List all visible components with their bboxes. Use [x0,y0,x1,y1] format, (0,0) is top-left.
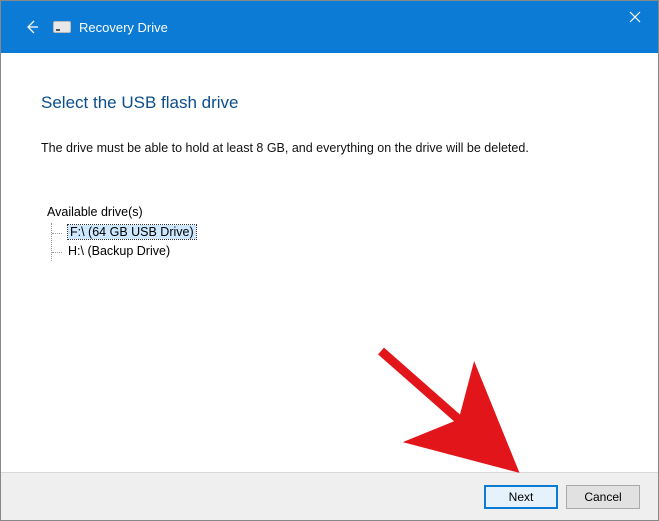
instruction-text: The drive must be able to hold at least … [41,141,618,155]
drive-item-label: F:\ (64 GB USB Drive) [68,225,196,239]
titlebar: Recovery Drive [1,1,658,53]
available-drives-label: Available drive(s) [47,205,618,219]
button-bar: Next Cancel [1,472,658,520]
window-title: Recovery Drive [79,20,168,35]
drive-item[interactable]: F:\ (64 GB USB Drive) [52,223,618,242]
drive-tree: F:\ (64 GB USB Drive) H:\ (Backup Drive) [51,223,618,261]
drive-item-label: H:\ (Backup Drive) [68,244,170,258]
wizard-content: Select the USB flash drive The drive mus… [1,53,658,261]
drive-item[interactable]: H:\ (Backup Drive) [52,242,618,261]
back-button[interactable] [21,16,43,38]
annotation-arrow-icon [371,341,541,491]
close-button[interactable] [612,1,658,33]
next-button[interactable]: Next [484,485,558,509]
drive-icon [53,21,71,33]
cancel-button[interactable]: Cancel [566,485,640,509]
close-icon [629,11,641,23]
back-arrow-icon [24,19,40,35]
page-heading: Select the USB flash drive [41,93,618,113]
